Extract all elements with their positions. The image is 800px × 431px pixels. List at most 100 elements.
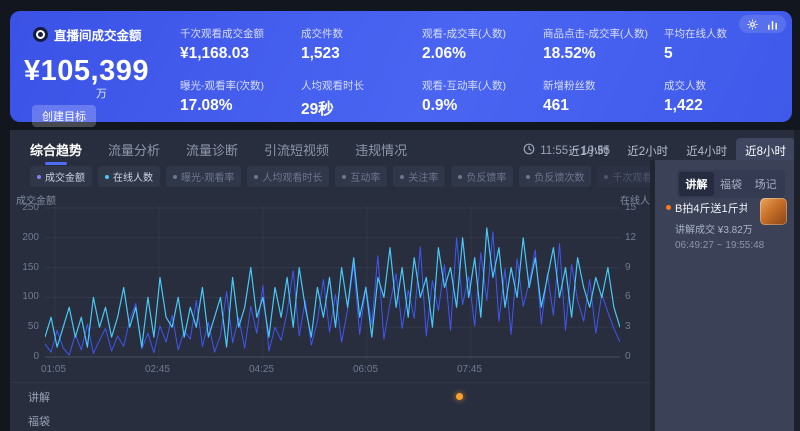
banner-metric-0: 千次观看成交金额 ¥1,168.03 <box>180 26 301 63</box>
track-marker[interactable] <box>456 393 463 400</box>
item-title: B拍4斤送1斤共35-4... <box>675 200 747 216</box>
metric-label: 商品点击-成交率(人数) <box>543 26 664 41</box>
right-panel-tab-1[interactable]: 福袋 <box>714 172 749 196</box>
y-right-tick: 12 <box>625 232 636 243</box>
metric-value: 1,422 <box>664 97 785 115</box>
chip-label: 成交金额 <box>45 169 85 184</box>
metric-value: 461 <box>543 97 664 115</box>
metric-chip-6[interactable]: 负反馈率 <box>451 166 513 187</box>
chip-label: 负反馈次数 <box>534 169 584 184</box>
chip-dot-icon <box>400 175 404 179</box>
tab-0[interactable]: 综合趋势 <box>30 140 82 165</box>
track-label-0: 讲解 <box>28 389 50 405</box>
y-left-tick: 250 <box>22 202 39 213</box>
item-bullet <box>666 205 671 210</box>
item-time-range: 06:49:27 ~ 19:55:48 <box>675 240 787 251</box>
metric-chip-1[interactable]: 在线人数 <box>98 166 160 187</box>
banner-main-kpi: 直播间成交金额 ¥105,399 万 创建目标 <box>24 25 179 127</box>
kpi-banner: 直播间成交金额 ¥105,399 万 创建目标 千次观看成交金额¥1,168.0… <box>10 11 792 122</box>
y-right-ticks: 03691215 <box>625 206 651 359</box>
y-left-tick: 50 <box>28 321 39 332</box>
x-axis-labels: 01:0502:4504:2506:0507:45 <box>45 364 620 378</box>
clock-icon <box>523 143 535 158</box>
banner-main-unit: 万 <box>96 88 179 100</box>
y-right-tick: 0 <box>625 351 631 362</box>
right-panel-tabs: 讲解福袋场记 <box>677 170 785 198</box>
chip-dot-icon <box>105 175 109 179</box>
chip-label: 人均观看时长 <box>262 169 322 184</box>
chip-label: 互动率 <box>350 169 380 184</box>
metric-value: 2.06% <box>422 45 543 63</box>
trend-chart-svg <box>45 206 620 359</box>
explain-item[interactable]: B拍4斤送1斤共35-4... 讲解成交 ¥3.82万 06:49:27 ~ 1… <box>666 200 787 251</box>
trend-chart <box>45 206 620 359</box>
x-axis-tick: 07:45 <box>457 364 482 375</box>
metric-chip-8[interactable]: 千次观看成交金额 <box>597 166 657 187</box>
chip-label: 在线人数 <box>113 169 153 184</box>
target-icon <box>33 27 48 42</box>
range-button-0[interactable]: 近1小时 <box>559 138 618 164</box>
tab-3[interactable]: 引流短视频 <box>264 140 329 165</box>
metric-chip-7[interactable]: 负反馈次数 <box>519 166 591 187</box>
banner-metric-1: 成交件数1,523 <box>301 26 422 63</box>
chip-dot-icon <box>173 175 177 179</box>
chip-dot-icon <box>342 175 346 179</box>
metric-value: 17.08% <box>180 97 301 115</box>
metric-label: 人均观看时长 <box>301 78 422 93</box>
chip-label: 负反馈率 <box>466 169 506 184</box>
x-axis-tick: 01:05 <box>41 364 66 375</box>
main-panel: 综合趋势流量分析流量诊断引流短视频违规情况 11:55 ~ 19:55 近1小时… <box>10 130 800 431</box>
y-left-tick: 100 <box>22 291 39 302</box>
y-left-tick: 0 <box>33 351 39 362</box>
metric-chip-4[interactable]: 互动率 <box>335 166 387 187</box>
metric-value: 29秒 <box>301 97 422 119</box>
nav-tabs: 综合趋势 流量分析 流量诊断 引流短视频 违规情况 <box>30 140 407 165</box>
track-separator <box>10 382 650 383</box>
banner-metric-6: 人均观看时长 29秒 <box>301 78 422 119</box>
metric-label: 千次观看成交金额 <box>180 26 301 41</box>
tab-2[interactable]: 流量诊断 <box>186 140 238 165</box>
metric-value: 5 <box>664 45 785 63</box>
y-right-tick: 6 <box>625 291 631 302</box>
banner-title: 直播间成交金额 <box>54 25 142 44</box>
y-right-tick: 9 <box>625 262 631 273</box>
metric-value: 18.52% <box>543 45 664 63</box>
x-axis-tick: 04:25 <box>249 364 274 375</box>
chip-dot-icon <box>37 175 41 179</box>
gear-icon[interactable] <box>747 19 758 30</box>
banner-metric-9: 成交人数1,422 <box>664 78 785 119</box>
x-axis-tick: 06:05 <box>353 364 378 375</box>
y-left-tick: 150 <box>22 262 39 273</box>
chip-dot-icon <box>604 175 608 179</box>
metric-chip-2[interactable]: 曝光-观看率 <box>166 166 241 187</box>
tab-4[interactable]: 违规情况 <box>355 140 407 165</box>
metric-value: 0.9% <box>422 97 543 115</box>
y-right-tick: 3 <box>625 321 631 332</box>
chip-dot-icon <box>254 175 258 179</box>
stats-icon[interactable] <box>767 19 778 30</box>
y-left-tick: 200 <box>22 232 39 243</box>
banner-metrics: 千次观看成交金额 ¥1,168.03成交件数1,523观看-成交率(人数) 2.06… <box>180 26 785 119</box>
right-panel-tab-0[interactable]: 讲解 <box>679 172 714 196</box>
metric-chip-3[interactable]: 人均观看时长 <box>247 166 329 187</box>
track-label-1: 福袋 <box>28 413 50 429</box>
chip-label: 关注率 <box>408 169 438 184</box>
banner-corner-actions <box>739 15 786 33</box>
scrollbar[interactable] <box>794 130 800 431</box>
banner-main-value: ¥105,399 <box>24 55 179 88</box>
metric-value: ¥1,168.03 <box>180 45 301 63</box>
create-goal-button[interactable]: 创建目标 <box>32 105 96 127</box>
metric-value: 1,523 <box>301 45 422 63</box>
banner-metric-5: 曝光-观看率(次数)17.08% <box>180 78 301 119</box>
metric-label: 观看-互动率(人数) <box>422 78 543 93</box>
y-right-tick: 15 <box>625 202 636 213</box>
product-thumbnail <box>760 198 787 225</box>
banner-metric-8: 新增粉丝数461 <box>543 78 664 119</box>
metric-chip-0[interactable]: 成交金额 <box>30 166 92 187</box>
chip-label: 曝光-观看率 <box>181 169 234 184</box>
tab-1[interactable]: 流量分析 <box>108 140 160 165</box>
right-panel-tab-2[interactable]: 场记 <box>748 172 783 196</box>
metric-label: 观看-成交率(人数) <box>422 26 543 41</box>
banner-metric-3: 商品点击-成交率(人数) 18.52% <box>543 26 664 63</box>
metric-chip-5[interactable]: 关注率 <box>393 166 445 187</box>
